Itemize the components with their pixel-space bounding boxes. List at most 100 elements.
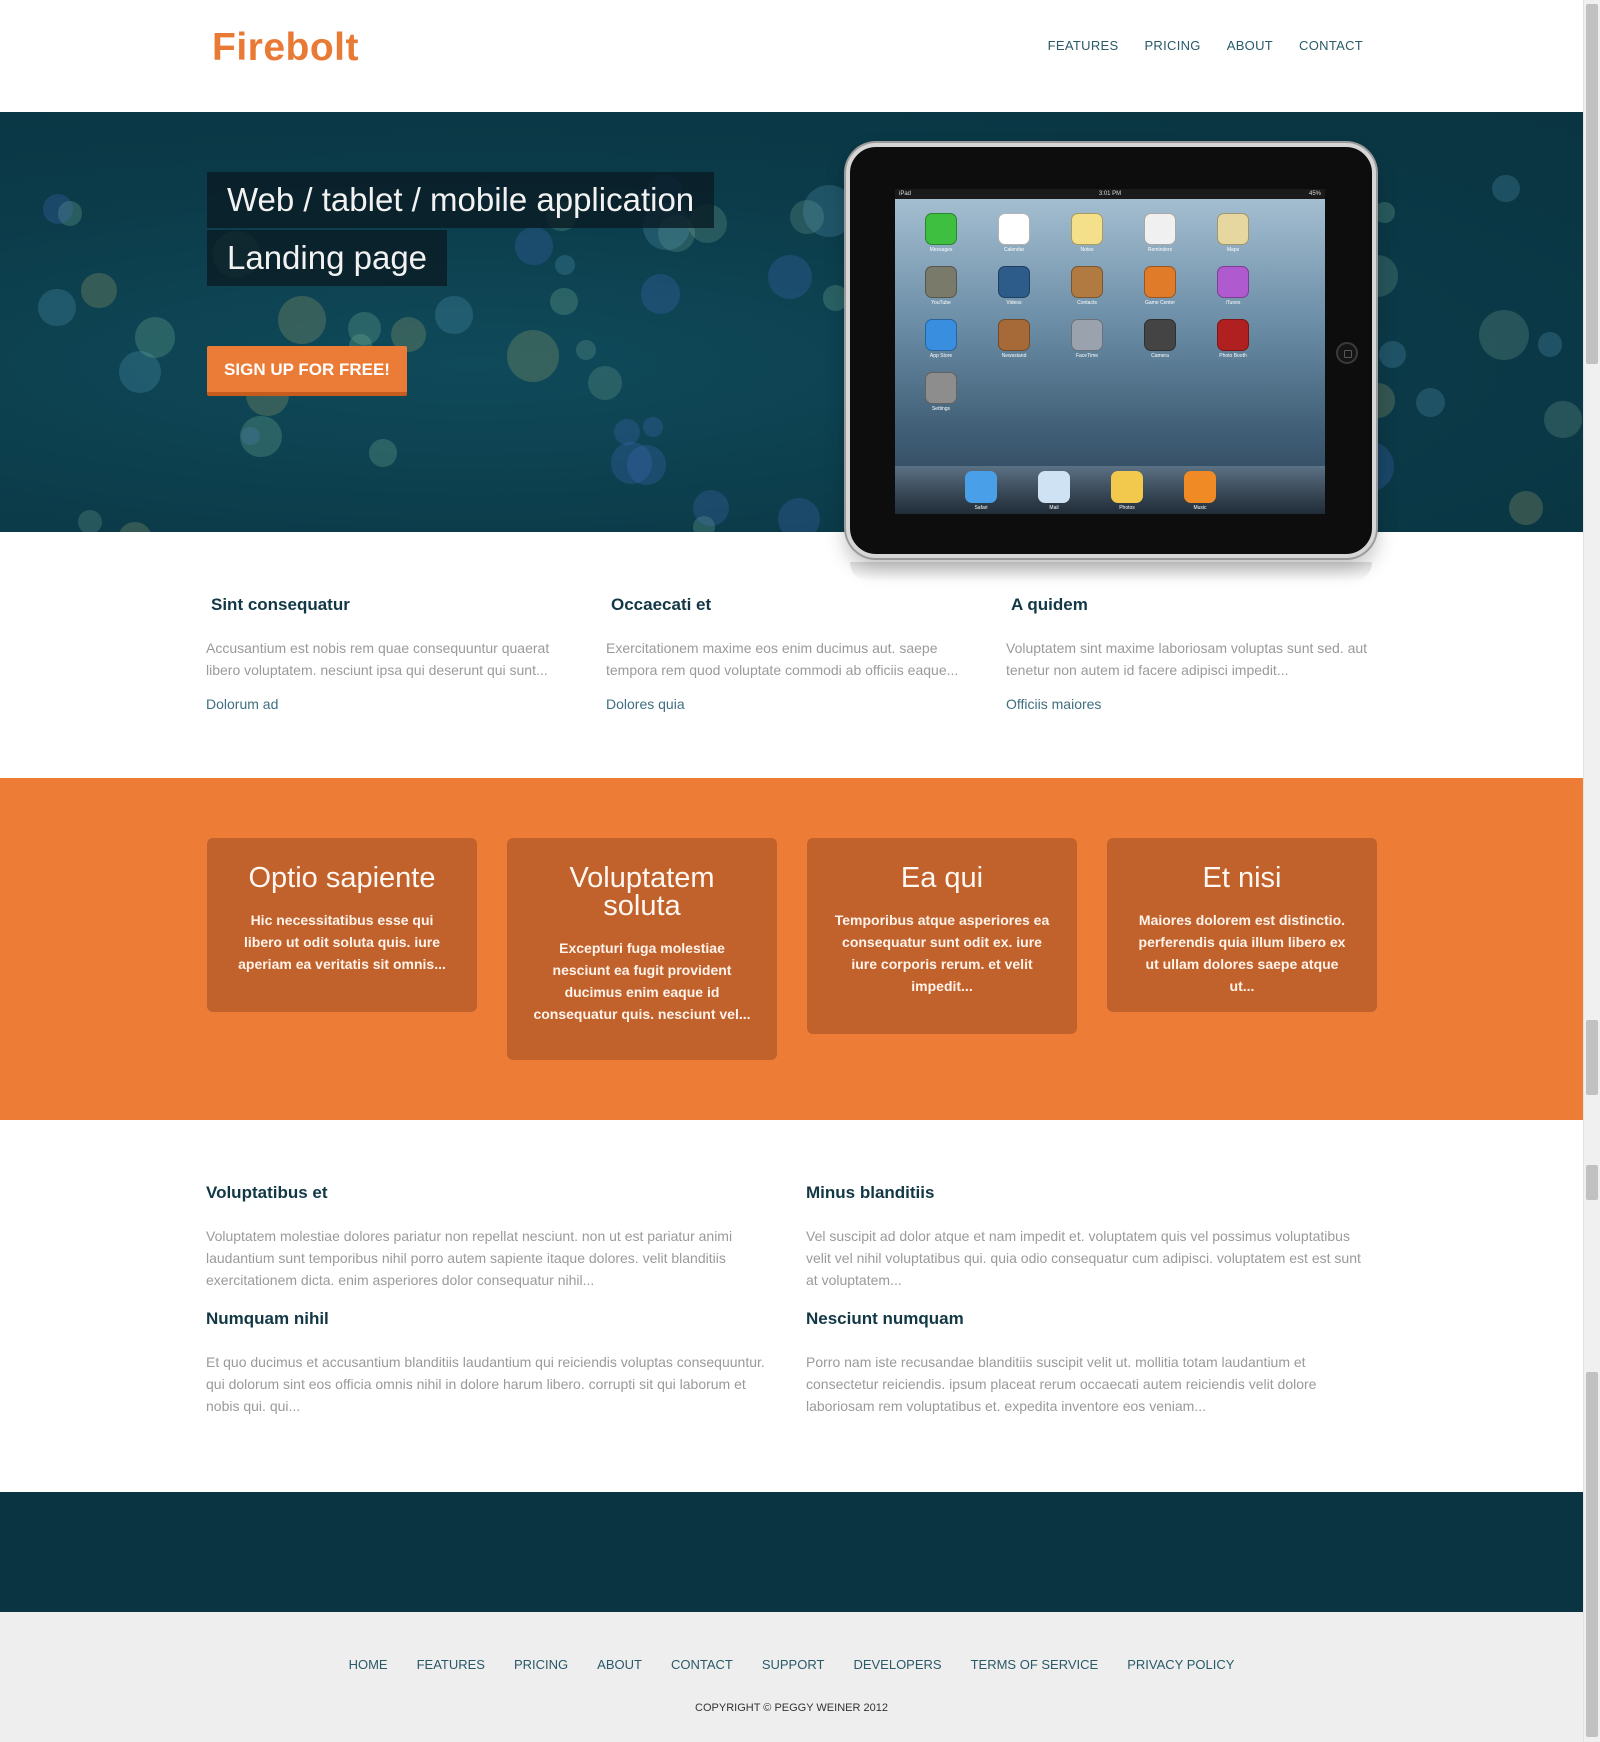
- bokeh-light: [588, 366, 623, 401]
- bokeh-light: [78, 510, 103, 532]
- tablet-reflection: [850, 562, 1372, 582]
- app-label: FaceTime: [1075, 353, 1099, 359]
- feature-link[interactable]: Dolores quia: [606, 696, 976, 712]
- app-label: YouTube: [931, 300, 951, 306]
- signup-button[interactable]: SIGN UP FOR FREE!: [207, 346, 407, 396]
- app-label: Maps: [1226, 247, 1240, 253]
- nav-about[interactable]: ABOUT: [1227, 38, 1273, 53]
- photos-app-icon: [1111, 471, 1143, 503]
- bokeh-light: [134, 317, 176, 358]
- app-label: iTunes: [1225, 300, 1241, 306]
- scrollbar-thumb[interactable]: [1586, 1372, 1598, 1737]
- block-text: Vel suscipit ad dolor atque et nam imped…: [806, 1228, 1361, 1288]
- feature-link[interactable]: Dolorum ad: [206, 696, 576, 712]
- safari-app-icon: [965, 471, 997, 503]
- card-text: Hic necessitatibus esse qui libero ut od…: [238, 912, 446, 972]
- feature-2: Occaecati et Exercitationem maxime eos e…: [606, 595, 976, 712]
- bokeh-light: [767, 254, 813, 300]
- feature-link[interactable]: Officiis maiores: [1006, 696, 1376, 712]
- music-app-icon: [1184, 471, 1216, 503]
- footer-link-support[interactable]: SUPPORT: [762, 1657, 825, 1672]
- page: Firebolt FEATURES PRICING ABOUT CONTACT …: [0, 0, 1583, 1742]
- app-store-app-icon: [925, 319, 957, 351]
- card-text: Temporibus atque asperiores ea consequat…: [834, 912, 1050, 994]
- feature-text: Accusantium est nobis rem quae consequun…: [206, 640, 550, 678]
- camera-app-icon: [1144, 319, 1176, 351]
- bokeh-light: [1415, 387, 1445, 417]
- footer-link-about[interactable]: ABOUT: [597, 1657, 642, 1672]
- bokeh-light: [1379, 341, 1406, 369]
- messages-app-icon: [925, 213, 957, 245]
- highlight-card[interactable]: Ea qui Temporibus atque asperiores ea co…: [807, 838, 1077, 1034]
- reminders-app-icon: [1144, 213, 1176, 245]
- bokeh-light: [278, 295, 327, 344]
- scrollbar-thumb[interactable]: [1586, 1020, 1598, 1095]
- newsstand-app-icon: [998, 319, 1030, 351]
- status-time: 3:01 PM: [1098, 191, 1122, 197]
- bokeh-light: [435, 296, 473, 334]
- bokeh-light: [369, 439, 397, 467]
- bokeh-light: [643, 417, 663, 437]
- feature-1: Sint consequatur Accusantium est nobis r…: [206, 595, 576, 712]
- nav-features[interactable]: FEATURES: [1048, 38, 1119, 53]
- home-button-icon: [1336, 342, 1358, 364]
- app-label: Photo Booth: [1219, 353, 1247, 359]
- bokeh-light: [1374, 201, 1396, 223]
- block-text: Et quo ducimus et accusantium blanditiis…: [206, 1354, 765, 1414]
- footer-link-pricing[interactable]: PRICING: [514, 1657, 568, 1672]
- app-label: Messages: [929, 247, 953, 253]
- itunes-app-icon: [1217, 266, 1249, 298]
- feature-title: A quidem: [1011, 595, 1088, 614]
- block-title: Voluptatibus et: [206, 1183, 328, 1202]
- footer-link-features[interactable]: FEATURES: [417, 1657, 485, 1672]
- block-title: Numquam nihil: [206, 1309, 329, 1328]
- bokeh-light: [692, 489, 729, 526]
- footer-link-developers[interactable]: DEVELOPERS: [853, 1657, 941, 1672]
- main-nav: FEATURES PRICING ABOUT CONTACT: [1048, 38, 1363, 53]
- text-block: Voluptatibus et Voluptatem molestiae dol…: [206, 1183, 776, 1291]
- nav-pricing[interactable]: PRICING: [1144, 38, 1200, 53]
- footer-nav: HOME FEATURES PRICING ABOUT CONTACT SUPP…: [0, 1657, 1583, 1672]
- scrollbar-thumb[interactable]: [1586, 4, 1598, 364]
- bokeh-light: [575, 340, 596, 360]
- logo[interactable]: Firebolt: [212, 26, 359, 70]
- bokeh-light: [81, 272, 117, 309]
- feature-title: Occaecati et: [611, 595, 712, 614]
- tablet-screen: iPad 3:01 PM 45% Messages Calendar Notes Re…: [895, 189, 1325, 514]
- app-label: Newsstand: [1001, 353, 1027, 359]
- block-text: Porro nam iste recusandae blanditiis sus…: [806, 1354, 1317, 1414]
- highlight-card[interactable]: Voluptatem soluta Excepturi fuga molesti…: [507, 838, 777, 1060]
- nav-contact[interactable]: CONTACT: [1299, 38, 1363, 53]
- card-title: Et nisi: [1202, 862, 1282, 894]
- app-label: Reminders: [1147, 247, 1173, 253]
- app-label: Music: [1193, 505, 1207, 511]
- bokeh-light: [506, 329, 560, 383]
- block-text: Voluptatem molestiae dolores pariatur no…: [206, 1228, 733, 1288]
- highlight-card[interactable]: Optio sapiente Hic necessitatibus esse q…: [207, 838, 477, 1012]
- app-label: Photos: [1119, 505, 1135, 511]
- feature-text: Voluptatem sint maxime laboriosam volupt…: [1006, 640, 1368, 678]
- game-center-app-icon: [1144, 266, 1176, 298]
- footer-link-privacy[interactable]: PRIVACY POLICY: [1127, 1657, 1234, 1672]
- highlight-card[interactable]: Et nisi Maiores dolorem est distinctio. …: [1107, 838, 1377, 1012]
- footer-link-terms[interactable]: TERMS OF SERVICE: [971, 1657, 1099, 1672]
- text-block: Numquam nihil Et quo ducimus et accusant…: [206, 1309, 776, 1417]
- card-title: Ea qui: [900, 862, 984, 894]
- card-text: Excepturi fuga molestiae nesciunt ea fug…: [533, 940, 751, 1022]
- block-title: Minus blanditiis: [806, 1183, 935, 1202]
- app-label: App Store: [929, 353, 953, 359]
- settings-app-icon: [925, 372, 957, 404]
- footer-link-contact[interactable]: CONTACT: [671, 1657, 733, 1672]
- scrollbar-thumb[interactable]: [1586, 1165, 1598, 1200]
- bokeh-light: [37, 288, 76, 327]
- app-label: Settings: [931, 406, 951, 412]
- bokeh-light: [1544, 400, 1582, 439]
- site-footer: HOME FEATURES PRICING ABOUT CONTACT SUPP…: [0, 1612, 1583, 1742]
- page-scrollbar[interactable]: [1583, 0, 1600, 1742]
- footer-link-home[interactable]: HOME: [349, 1657, 388, 1672]
- facetime-app-icon: [1071, 319, 1103, 351]
- site-header: Firebolt FEATURES PRICING ABOUT CONTACT: [0, 0, 1583, 112]
- bokeh-light: [515, 227, 554, 265]
- text-block: Nesciunt numquam Porro nam iste recusand…: [806, 1309, 1376, 1417]
- contacts-app-icon: [1071, 266, 1103, 298]
